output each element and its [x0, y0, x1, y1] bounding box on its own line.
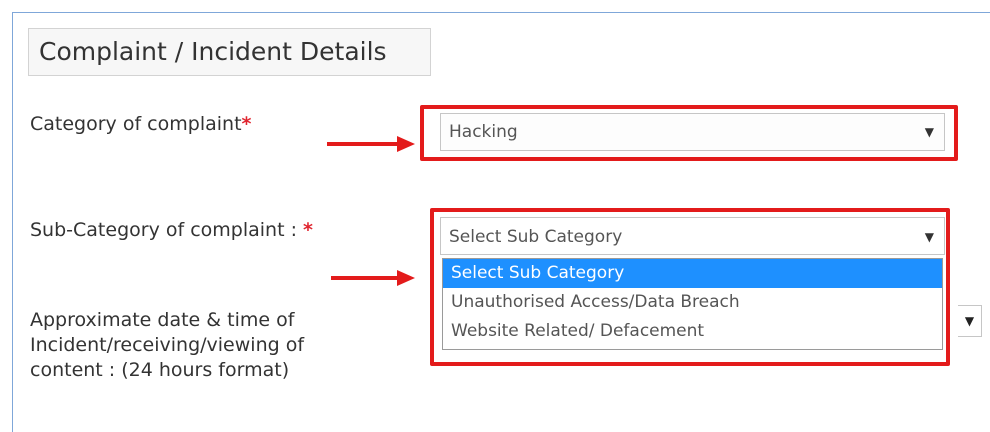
subcategory-label: Sub-Category of complaint : *: [30, 219, 313, 241]
subcategory-select[interactable]: Select Sub Category ▼: [440, 217, 945, 255]
dropdown-option-website-related[interactable]: Website Related/ Defacement: [443, 317, 942, 346]
category-label-text: Category of complaint: [30, 113, 242, 135]
chevron-down-icon: ▼: [924, 125, 934, 139]
category-label: Category of complaint*: [30, 113, 251, 135]
section-title: Complaint / Incident Details: [28, 28, 431, 76]
chevron-down-icon: ▼: [964, 314, 975, 328]
dropdown-option-select-sub-category[interactable]: Select Sub Category: [443, 259, 942, 288]
incident-date-label-line-3: content : (24 hours format): [30, 359, 290, 381]
chevron-down-icon: ▼: [924, 230, 934, 244]
incident-date-label: Approximate date & time of Incident/rece…: [30, 308, 304, 383]
required-marker: *: [303, 219, 313, 241]
required-marker: *: [241, 113, 252, 135]
category-select-value: Hacking: [449, 122, 518, 142]
subcategory-select-value: Select Sub Category: [449, 227, 623, 247]
dropdown-option-unauthorised-access[interactable]: Unauthorised Access/Data Breach: [443, 288, 942, 317]
incident-date-select[interactable]: ▼: [958, 305, 982, 337]
subcategory-label-text: Sub-Category of complaint :: [30, 219, 304, 241]
incident-date-label-line-2: Incident/receiving/viewing of: [30, 334, 305, 356]
red-arrow-icon: [327, 136, 415, 152]
red-arrow-icon: [331, 270, 415, 286]
subcategory-dropdown-list: Select Sub Category Unauthorised Access/…: [442, 258, 943, 350]
incident-date-label-line-1: Approximate date & time of: [30, 309, 295, 331]
category-select[interactable]: Hacking ▼: [440, 113, 945, 151]
